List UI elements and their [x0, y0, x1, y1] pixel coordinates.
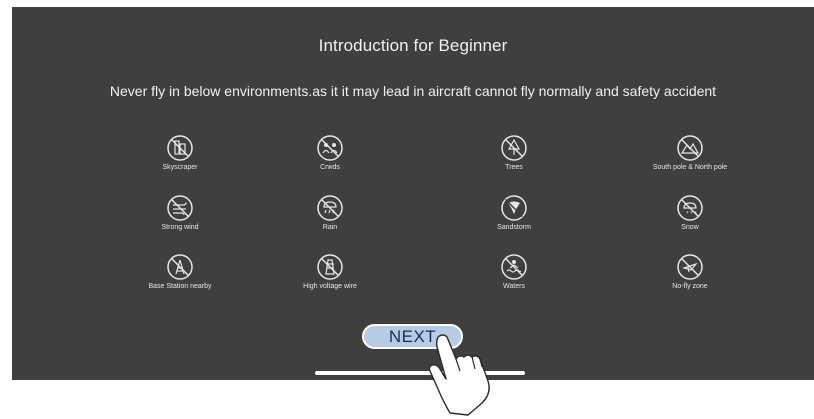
skyscraper-icon	[167, 135, 193, 161]
mountain-icon	[677, 135, 703, 161]
snow-icon: * * *	[677, 195, 703, 221]
environment-item-waters: Waters	[439, 253, 589, 290]
environment-label: Trees	[505, 164, 523, 171]
environment-label: No-fly zone	[672, 283, 708, 290]
wind-icon	[167, 195, 193, 221]
base-station-icon	[167, 254, 193, 280]
environment-item-sandstorm: Sandstorm	[439, 194, 589, 231]
environment-item-base-station: Base Station nearby	[105, 253, 255, 290]
sandstorm-icon	[501, 195, 527, 221]
environment-item-rain: Rain	[255, 194, 405, 231]
tap-hand-icon	[428, 334, 490, 416]
environment-label: Snow	[681, 224, 699, 231]
environment-item-no-fly-zone: No-fly zone	[615, 253, 765, 290]
environment-label: Sandstorm	[497, 224, 531, 231]
environment-label: Skyscraper	[162, 164, 198, 171]
crowds-icon	[317, 135, 343, 161]
tutorial-screen: Introduction for Beginner Never fly in b…	[12, 7, 814, 380]
environment-item-strong-wind: Strong wind	[105, 194, 255, 231]
environment-label: Base Station nearby	[148, 283, 212, 290]
environment-item-trees: Trees	[439, 134, 589, 171]
environment-item-skyscraper: Skyscraper	[105, 134, 255, 171]
rain-icon	[317, 195, 343, 221]
environment-label: Strong wind	[161, 224, 199, 231]
waters-icon	[501, 254, 527, 280]
trees-icon	[501, 135, 527, 161]
environment-item-snow: * * * Snow	[615, 194, 765, 231]
environment-label: Crwds	[320, 164, 340, 171]
environment-item-poles: South pole & North pole	[615, 134, 765, 171]
environment-item-high-voltage-wire: High voltage wire	[255, 253, 405, 290]
environment-label: Waters	[503, 283, 525, 290]
environment-label: Rain	[322, 224, 338, 231]
environment-label: High voltage wire	[303, 283, 357, 290]
environment-label: South pole & North pole	[652, 164, 728, 171]
no-fly-zone-icon	[677, 254, 703, 280]
power-tower-icon	[317, 254, 343, 280]
environment-item-crowds: Crwds	[255, 134, 405, 171]
